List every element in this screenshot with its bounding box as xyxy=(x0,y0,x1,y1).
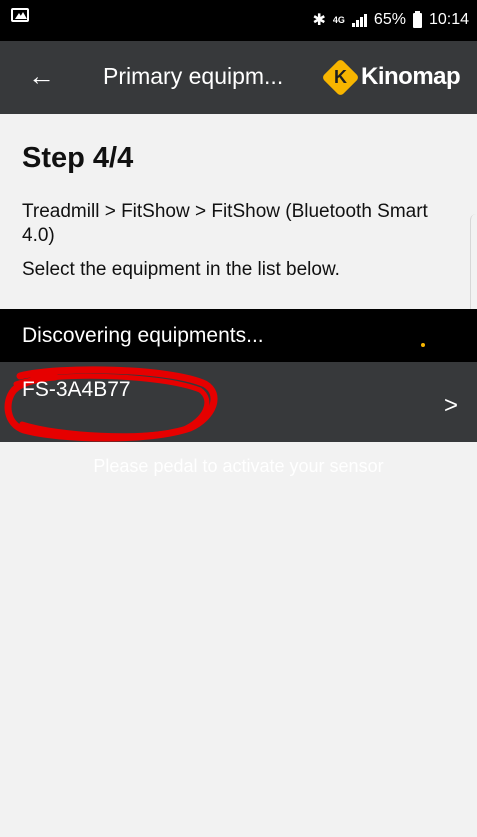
status-bar: ✱ 4G 65% 10:14 xyxy=(0,0,477,41)
signal-icon xyxy=(351,13,367,27)
app-bar: ← Primary equipm... K Kinomap xyxy=(0,41,477,114)
battery-icon xyxy=(412,10,422,28)
gallery-icon xyxy=(11,8,29,22)
device-list-item[interactable]: FS-3A4B77 > xyxy=(0,362,477,442)
step-content: Step 4/4 Treadmill > FitShow > FitShow (… xyxy=(0,114,477,374)
battery-percent: 65% xyxy=(373,11,406,28)
page-title: Primary equipm... xyxy=(103,63,284,89)
bluetooth-icon: ✱ xyxy=(312,12,326,29)
clock: 10:14 xyxy=(428,11,469,28)
step-title: Step 4/4 xyxy=(22,142,134,174)
device-name: FS-3A4B77 xyxy=(22,378,131,401)
loading-dot xyxy=(421,343,425,347)
network-type: 4G xyxy=(332,15,345,25)
equipment-path: Treadmill > FitShow > FitShow (Bluetooth… xyxy=(22,201,428,246)
kinomap-logo: K Kinomap xyxy=(321,57,461,97)
brand-name: Kinomap xyxy=(361,63,461,90)
status-icons: ✱ 4G 65% 10:14 xyxy=(312,10,469,30)
back-arrow-icon[interactable]: ← xyxy=(28,61,64,93)
chevron-right-icon[interactable]: > xyxy=(444,392,458,420)
kinomap-logo-icon: K xyxy=(321,57,360,97)
instruction-text: Select the equipment in the list below. xyxy=(22,259,340,280)
discovery-status: Discovering equipments... xyxy=(22,324,264,347)
red-circle-annotation xyxy=(4,366,218,442)
pedal-hint: Please pedal to activate your sensor xyxy=(93,456,384,476)
discovery-header: Discovering equipments... xyxy=(0,309,477,362)
